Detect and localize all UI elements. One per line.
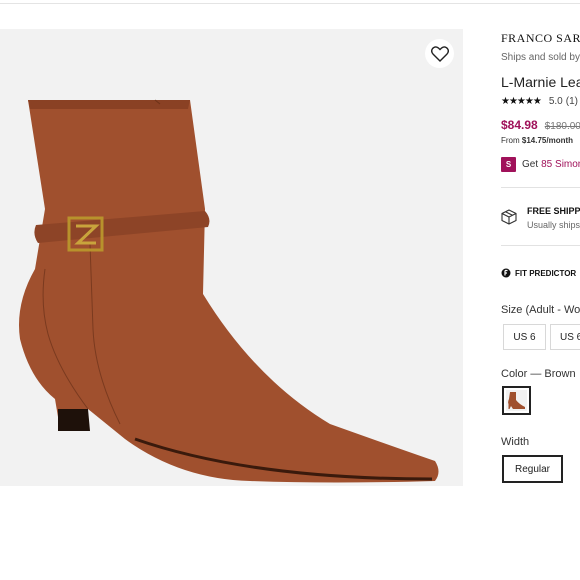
size-option-us-6-5[interactable]: US 6.5 xyxy=(550,324,580,350)
star-rating-icon: ★★★★★ xyxy=(501,96,542,107)
original-price: $180.00 xyxy=(544,121,580,132)
shipping-subtitle: Usually ships within 3 days xyxy=(527,220,580,230)
fit-predictor-label: FIT PREDICTOR xyxy=(515,268,577,278)
rewards-amount: 85 Simon Cash xyxy=(541,159,580,170)
fit-predictor-link[interactable]: FIT PREDICTOR xyxy=(501,268,576,278)
width-option-regular[interactable]: Regular xyxy=(502,455,563,483)
installment-info: From $14.75/month xyxy=(501,136,573,145)
color-swatch-brown[interactable] xyxy=(502,386,531,415)
color-label: Color — Brown xyxy=(501,368,576,380)
simon-cash-icon: S xyxy=(501,157,516,172)
rating-score: 5.0 xyxy=(548,96,563,107)
review-count: (1) xyxy=(565,96,578,107)
width-label: Width xyxy=(501,436,530,448)
seller-info: Ships and sold by Macy's xyxy=(501,52,580,63)
brand-link[interactable]: FRANCO SARTO xyxy=(501,31,580,46)
rewards-prefix: Get xyxy=(522,159,539,170)
package-icon xyxy=(501,209,517,225)
section-divider xyxy=(501,245,580,246)
rating-summary[interactable]: ★★★★★ 5.0 (1) xyxy=(501,96,578,107)
installment-amount: $14.75/month xyxy=(521,136,574,145)
product-title: L-Marnie Leather Ankle Booties xyxy=(501,74,580,90)
product-image-gallery[interactable] xyxy=(0,29,463,486)
installment-prefix: From xyxy=(501,136,522,145)
product-info-panel: FRANCO SARTO Ships and sold by Macy's L-… xyxy=(501,0,580,580)
free-shipping-title: FREE SHIPPING xyxy=(527,206,580,216)
boot-thumbnail-icon xyxy=(506,390,527,411)
fit-predictor-icon xyxy=(501,268,511,278)
heart-icon xyxy=(430,45,449,62)
size-label: Size (Adult - Women) xyxy=(501,304,580,316)
simon-cash-rewards[interactable]: S Get 85 Simon Cash xyxy=(501,157,580,172)
section-divider xyxy=(501,187,580,188)
favorite-button[interactable] xyxy=(425,39,454,68)
top-divider xyxy=(0,0,580,4)
sale-price: $84.98 xyxy=(501,118,538,132)
price-block: $84.98 $180.00 xyxy=(501,118,580,132)
size-option-us-6[interactable]: US 6 xyxy=(503,324,546,350)
product-image xyxy=(19,99,439,483)
